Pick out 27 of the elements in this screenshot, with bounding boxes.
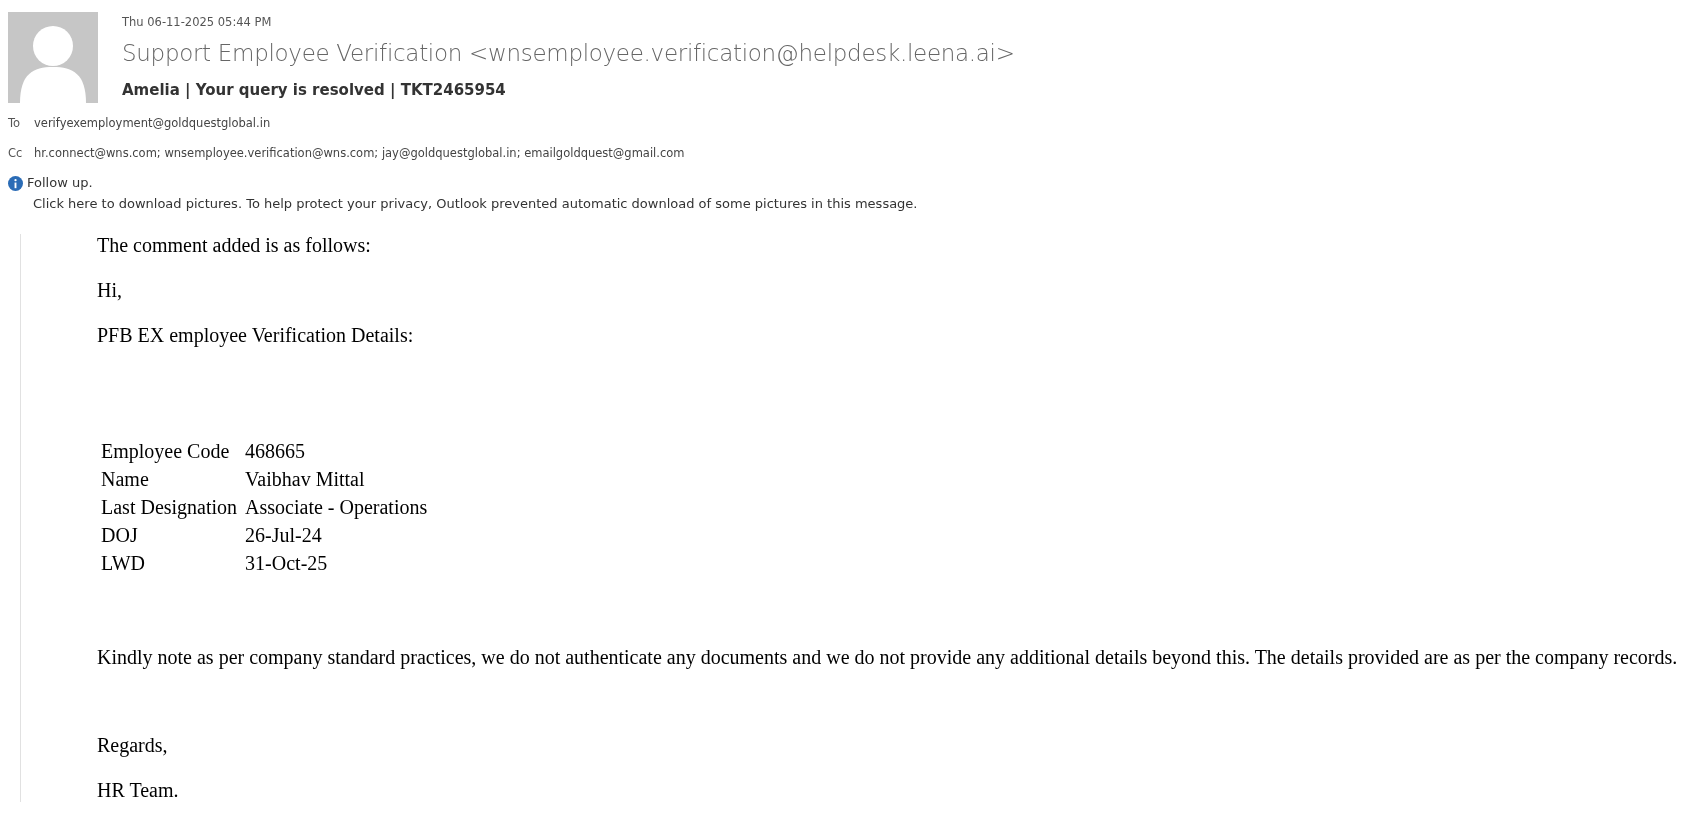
detail-value: Vaibhav Mittal — [244, 467, 366, 492]
detail-label: DOJ — [100, 523, 139, 548]
sent-date: Thu 06-11-2025 05:44 PM — [122, 14, 273, 30]
email-subject: Amelia | Your query is resolved | TKT2465954 — [122, 80, 507, 100]
detail-value: 26-Jul-24 — [244, 523, 323, 548]
download-pictures-notice[interactable]: Click here to download pictures. To help protect your privacy, Outlook prevented automatic download of some pictures in this message. — [33, 195, 1706, 213]
recipient-list: verifyexemployment@goldquestglobal.in — [34, 115, 271, 131]
body-paragraph: Kindly note as per company standard practices, we do not authenticate any documents and we do not provide any additional details beyond this. The details provided are as per the company records. — [97, 646, 1679, 669]
recipient-label: Cc — [8, 145, 24, 161]
detail-value: Associate - Operations — [244, 495, 429, 521]
body-paragraph: The comment added is as follows: — [97, 234, 372, 257]
info-icon — [8, 175, 23, 191]
detail-value: 468665 — [244, 439, 307, 464]
detail-value: 31-Oct-25 — [244, 551, 329, 576]
sender-name: Support Employee Verification <wnsemployee.verification@helpdesk.leena.ai> — [122, 39, 1015, 68]
detail-label: Last Designation — [100, 495, 239, 521]
body-paragraph: PFB EX employee Verification Details: — [97, 324, 415, 347]
signature-line: Regards, — [97, 734, 169, 757]
recipient-label: To — [8, 115, 22, 131]
signature-line: HR Team. — [97, 779, 180, 802]
follow-up-label: Follow up. — [27, 174, 93, 192]
recipient-list: hr.connect@wns.com; wnsemployee.verification@wns.com; jay@goldquestglobal.in; emailgoldquest@gmail.com — [34, 145, 685, 161]
avatar-icon — [8, 12, 98, 103]
detail-label: LWD — [100, 551, 147, 576]
detail-label: Name — [100, 467, 150, 492]
body-paragraph: Hi, — [97, 279, 123, 302]
detail-label: Employee Code — [100, 439, 231, 465]
